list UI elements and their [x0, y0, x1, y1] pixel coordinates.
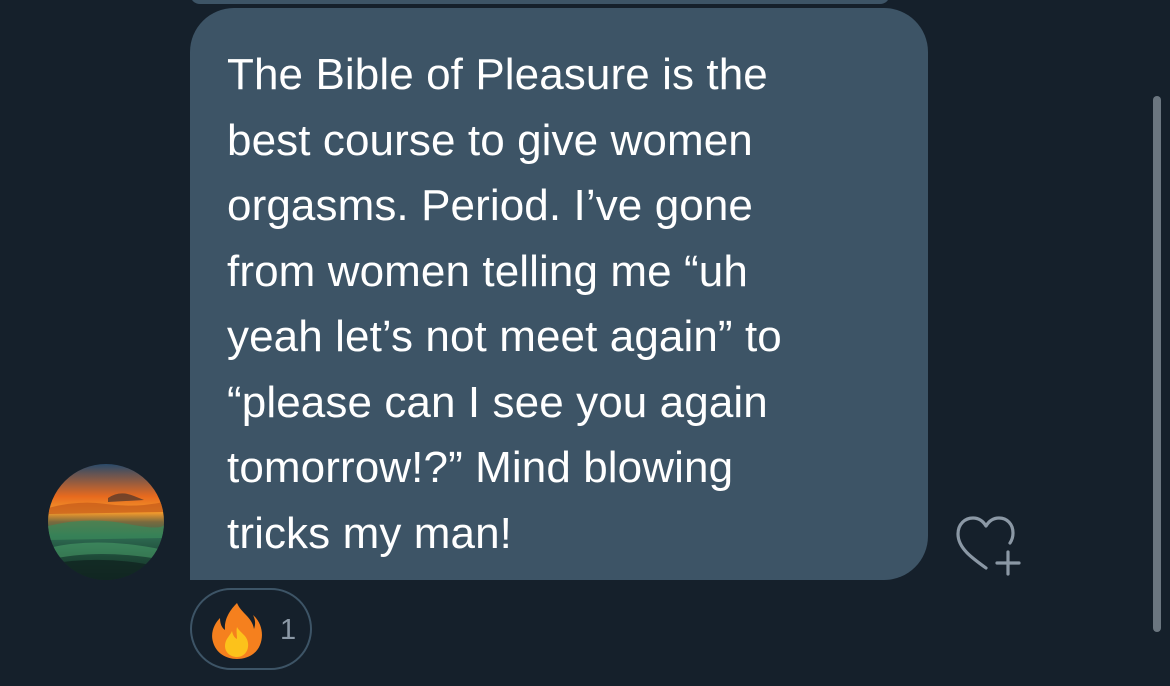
- scrollbar[interactable]: [1153, 96, 1161, 632]
- avatar-landscape-image: [48, 464, 164, 580]
- message-bubble[interactable]: The Bible of Pleasure is the best course…: [190, 8, 928, 580]
- reaction-pill-fire[interactable]: 1: [190, 588, 312, 670]
- avatar[interactable]: [48, 464, 164, 580]
- heart-plus-icon: [956, 516, 1021, 576]
- previous-message-bubble-edge: [190, 0, 890, 4]
- reaction-count: 1: [280, 614, 297, 646]
- add-reaction-button[interactable]: [952, 512, 1024, 584]
- fire-emoji-icon: [212, 603, 262, 659]
- message-text: The Bible of Pleasure is the best course…: [227, 50, 782, 558]
